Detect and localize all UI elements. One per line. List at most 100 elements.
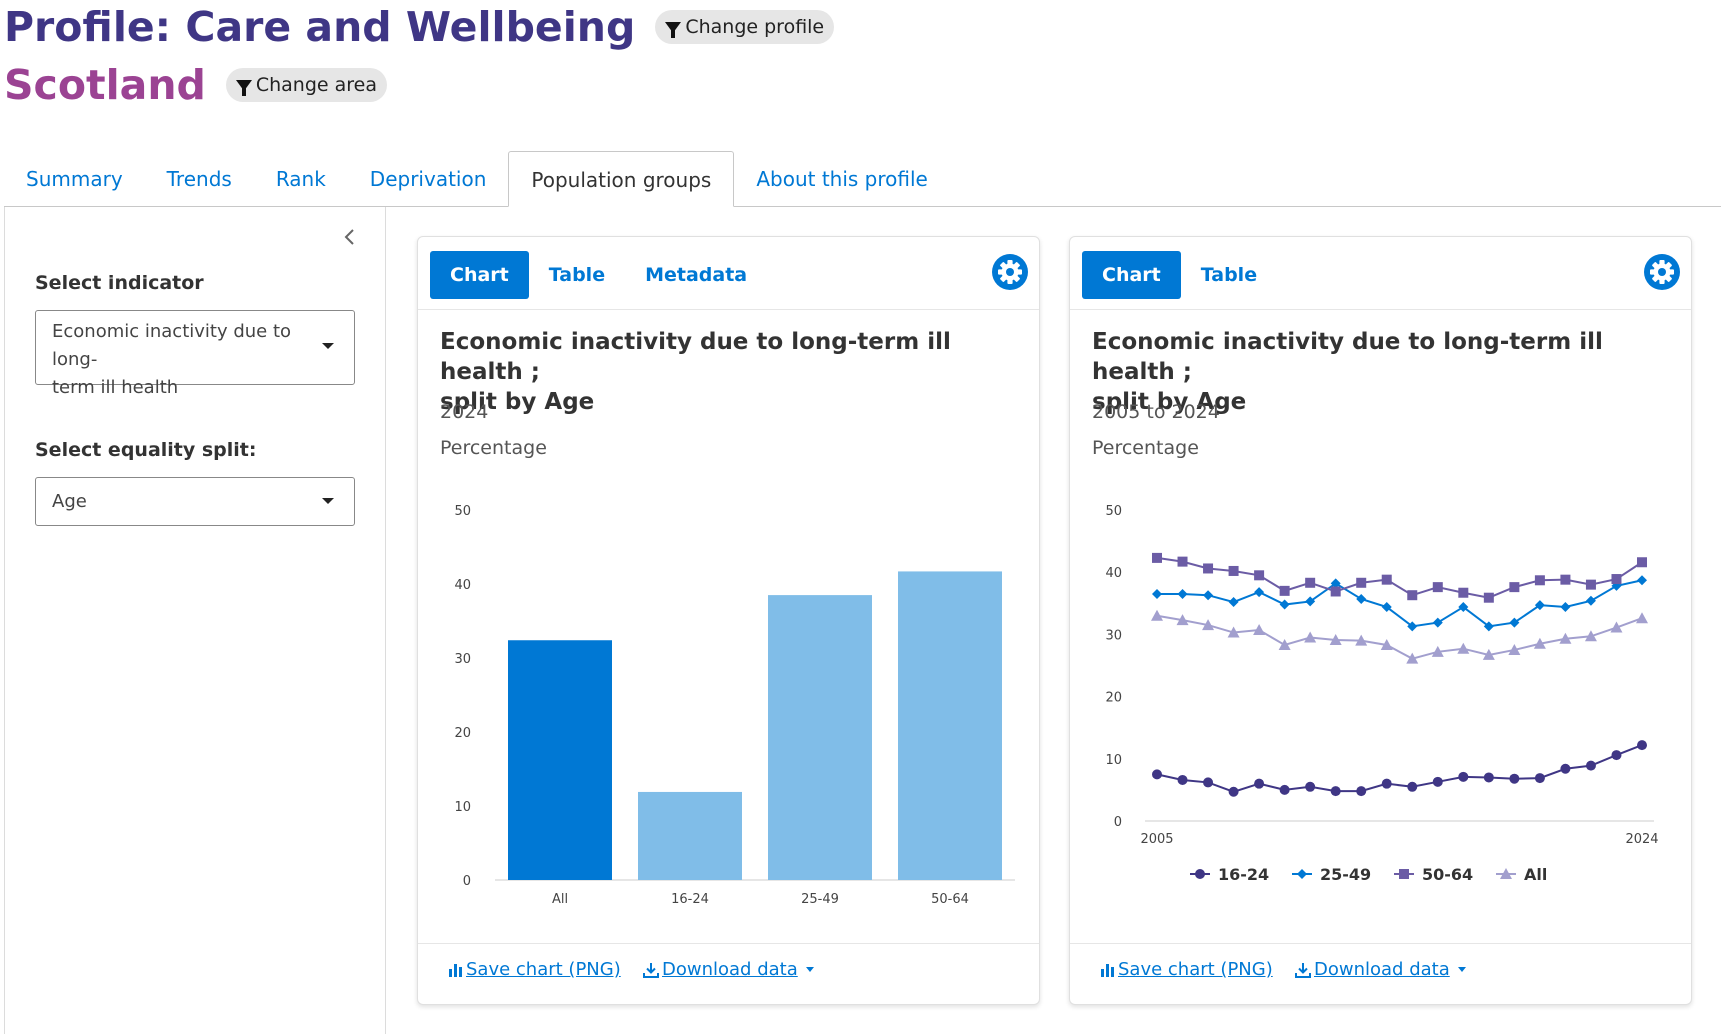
- data-point: [1254, 778, 1265, 789]
- y-tick-label: 10: [454, 800, 471, 815]
- data-point: [1509, 773, 1520, 784]
- area-title: Scotland: [4, 61, 206, 109]
- y-tick-label: 50: [1105, 504, 1122, 519]
- data-point: [1611, 574, 1622, 585]
- data-point: [1407, 781, 1418, 792]
- data-point: [1560, 763, 1571, 774]
- data-point: [1203, 590, 1214, 601]
- data-point: [1330, 786, 1341, 797]
- data-point: [1279, 784, 1290, 795]
- save-chart-button[interactable]: Save chart (PNG): [448, 959, 621, 980]
- legend-marker: [1297, 869, 1307, 879]
- x-tick-label: All: [552, 892, 568, 907]
- x-tick-label: 2005: [1140, 832, 1173, 847]
- data-point: [1483, 772, 1494, 783]
- change-area-button[interactable]: Change area: [225, 68, 388, 102]
- data-point: [1152, 769, 1162, 780]
- tab-trends[interactable]: Trends: [145, 151, 254, 206]
- data-point: [1560, 574, 1571, 585]
- data-point: [1228, 565, 1239, 576]
- data-point: [1636, 612, 1648, 624]
- chevron-left-icon[interactable]: [340, 227, 360, 247]
- download-data-label: Download data: [662, 959, 798, 980]
- data-point: [1254, 587, 1265, 598]
- data-point: [1356, 593, 1367, 604]
- y-tick-label: 0: [1114, 815, 1122, 830]
- tab-summary[interactable]: Summary: [4, 151, 145, 206]
- tab-population-groups[interactable]: Population groups: [508, 151, 735, 207]
- data-point: [1432, 582, 1443, 593]
- data-point: [1534, 773, 1545, 784]
- data-point: [1356, 786, 1367, 797]
- change-area-label: Change area: [255, 74, 378, 96]
- bar-chart-icon: [449, 963, 462, 977]
- data-point: [1381, 778, 1392, 789]
- profile-title: Profile: Care and Wellbeing: [4, 3, 636, 51]
- data-point: [1585, 595, 1596, 606]
- tab-rank[interactable]: Rank: [254, 151, 348, 206]
- data-point: [1279, 585, 1290, 596]
- line-chart-card: Chart Table Economic inactivity due to l…: [1069, 236, 1692, 1005]
- data-point: [1483, 592, 1494, 603]
- area-title-row: Scotland Change area: [4, 58, 388, 112]
- legend-label: 16-24: [1218, 865, 1269, 884]
- y-tick-label: 0: [463, 874, 471, 889]
- y-tick-label: 20: [1105, 691, 1122, 706]
- chevron-down-icon: [805, 967, 814, 972]
- data-point: [1457, 642, 1470, 654]
- data-point: [1637, 575, 1647, 586]
- x-tick-label: 50-64: [931, 892, 969, 907]
- data-point: [1228, 786, 1239, 797]
- data-point: [1381, 574, 1392, 585]
- change-profile-button[interactable]: Change profile: [655, 10, 835, 44]
- data-point: [1228, 597, 1239, 608]
- data-point: [1637, 740, 1647, 751]
- data-point: [1585, 760, 1596, 771]
- tab-deprivation[interactable]: Deprivation: [348, 151, 509, 206]
- equality-split-label: Select equality split:: [35, 439, 257, 461]
- data-point: [1305, 781, 1316, 792]
- x-tick-label: 16-24: [671, 892, 709, 907]
- data-point: [1407, 590, 1418, 601]
- save-chart-label: Save chart (PNG): [1118, 959, 1273, 980]
- legend-label: 50-64: [1422, 865, 1473, 884]
- data-point: [1177, 556, 1188, 567]
- filter-icon: [665, 21, 682, 38]
- legend-label: 25-49: [1320, 865, 1371, 884]
- data-point: [1151, 609, 1163, 621]
- sidebar: Select indicator Economic inactivity due…: [4, 207, 386, 1034]
- data-point: [1305, 577, 1316, 588]
- x-tick-label: 2024: [1625, 832, 1658, 847]
- indicator-select[interactable]: Economic inactivity due to long- term il…: [35, 310, 355, 398]
- data-point: [1611, 750, 1622, 761]
- save-chart-label: Save chart (PNG): [466, 959, 621, 980]
- equality-split-value: Age: [52, 491, 87, 512]
- data-point: [1203, 777, 1214, 788]
- bar-chart-card: Chart Table Metadata Economic inactivity…: [417, 236, 1040, 1005]
- data-point: [1177, 588, 1188, 599]
- indicator-value-line1: Economic inactivity due to long-: [52, 321, 292, 370]
- tab-about-this-profile[interactable]: About this profile: [734, 151, 950, 206]
- bar: [638, 791, 742, 880]
- download-data-button[interactable]: Download data: [1294, 959, 1466, 980]
- download-data-button[interactable]: Download data: [642, 959, 814, 980]
- data-point: [1432, 776, 1443, 787]
- data-point: [1560, 602, 1571, 613]
- y-tick-label: 10: [1105, 753, 1122, 768]
- indicator-label: Select indicator: [35, 272, 204, 294]
- bar: [508, 640, 612, 880]
- equality-split-select[interactable]: Age: [35, 477, 355, 526]
- data-point: [1279, 599, 1290, 610]
- chevron-down-icon: [1457, 967, 1466, 972]
- y-tick-label: 30: [454, 652, 471, 667]
- data-point: [1203, 563, 1214, 574]
- save-chart-button[interactable]: Save chart (PNG): [1100, 959, 1273, 980]
- profile-title-row: Profile: Care and Wellbeing Change profi…: [4, 0, 835, 54]
- data-point: [1254, 570, 1265, 581]
- bar: [898, 571, 1002, 880]
- data-point: [1152, 552, 1162, 563]
- change-profile-label: Change profile: [685, 16, 825, 38]
- download-icon: [1295, 962, 1311, 978]
- filter-icon: [235, 79, 252, 96]
- data-point: [1585, 579, 1596, 590]
